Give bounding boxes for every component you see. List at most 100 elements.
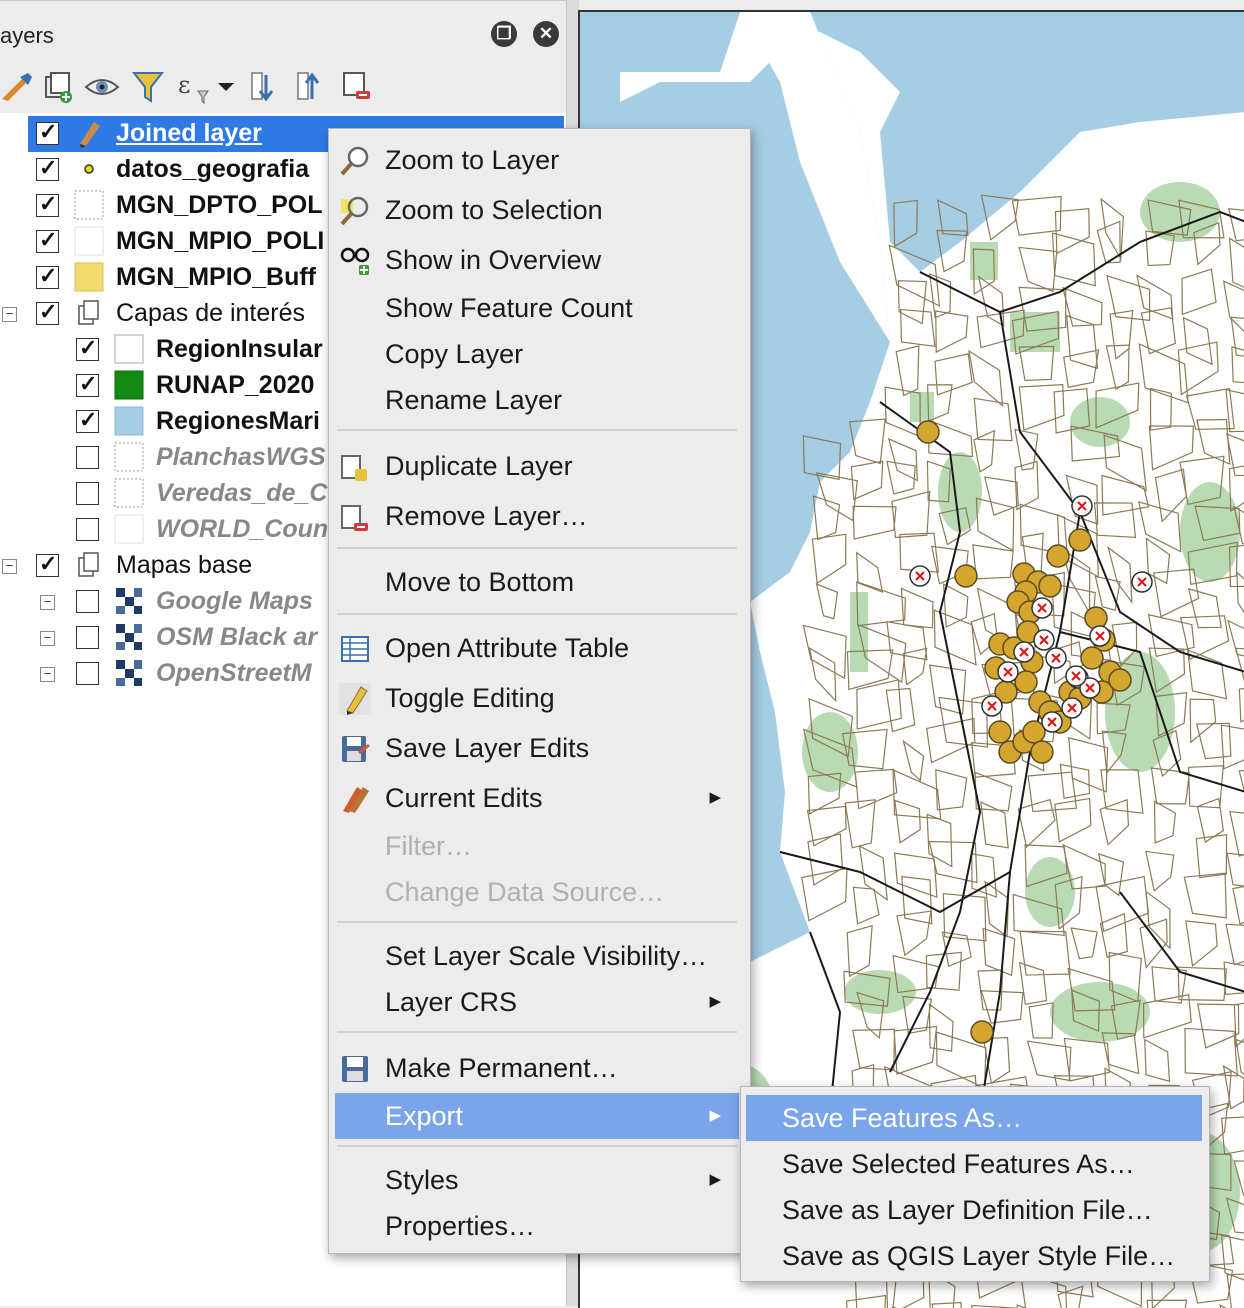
menu-item-copy-layer[interactable]: Copy Layer — [335, 331, 739, 377]
menu-item-label: Filter… — [385, 831, 472, 861]
layer-visibility-checkbox[interactable] — [36, 295, 59, 329]
submenu-item-save-selected-features-as[interactable]: Save Selected Features As… — [746, 1141, 1202, 1187]
menu-item-toggle-editing[interactable]: Toggle Editing — [335, 675, 739, 721]
menu-separator — [337, 921, 737, 923]
layer-visibility-checkbox[interactable] — [36, 259, 59, 293]
expand-all-icon[interactable] — [248, 69, 284, 105]
layer-visibility-checkbox[interactable] — [76, 590, 99, 613]
remove-layer-icon[interactable] — [340, 69, 376, 105]
submenu-item-label: Save as QGIS Layer Style File… — [782, 1241, 1176, 1271]
point-marker — [988, 720, 1012, 744]
group-icon — [74, 298, 104, 328]
menu-item-label: Save Layer Edits — [385, 733, 590, 763]
zoom-selection-icon — [339, 195, 371, 227]
duplicate-layer-icon — [339, 451, 371, 483]
submenu-item-label: Save as Layer Definition File… — [782, 1195, 1153, 1225]
layer-label: OpenStreetM — [156, 659, 312, 687]
menu-separator — [337, 429, 737, 431]
layer-label: RegionesMari — [156, 407, 320, 435]
layer-visibility-checkbox[interactable] — [76, 446, 99, 469]
layer-label: Mapas base — [116, 551, 253, 579]
chevron-down-icon[interactable] — [214, 69, 238, 105]
add-group-icon[interactable] — [40, 69, 76, 105]
expand-collapse-icon[interactable]: − — [2, 307, 17, 322]
layer-visibility-checkbox[interactable] — [36, 115, 59, 149]
remove-layer-icon — [339, 501, 371, 533]
error-marker — [1061, 697, 1083, 719]
menu-item-show-feature-count[interactable]: Show Feature Count — [335, 285, 739, 331]
menu-item-properties[interactable]: Properties… — [335, 1203, 739, 1249]
menu-item-label: Copy Layer — [385, 339, 524, 369]
layer-visibility-checkbox[interactable] — [76, 518, 99, 541]
menu-item-duplicate-layer[interactable]: Duplicate Layer — [335, 443, 739, 489]
menu-item-label: Properties… — [385, 1211, 536, 1241]
expand-collapse-icon[interactable]: − — [40, 631, 55, 646]
menu-item-label: Show Feature Count — [385, 293, 633, 323]
float-panel-icon[interactable]: ❐ — [491, 21, 517, 47]
menu-item-label: Move to Bottom — [385, 567, 575, 597]
layer-visibility-checkbox[interactable] — [36, 223, 59, 257]
point-marker — [1108, 668, 1132, 692]
group-icon — [74, 550, 104, 580]
layer-visibility-checkbox[interactable] — [76, 626, 99, 649]
menu-item-styles[interactable]: Styles ▶ — [335, 1157, 739, 1203]
menu-separator — [337, 613, 737, 615]
menu-item-label: Open Attribute Table — [385, 633, 630, 663]
menu-item-make-permanent[interactable]: Make Permanent… — [335, 1045, 739, 1091]
submenu-arrow-icon: ▶ — [709, 1171, 721, 1188]
layer-visibility-checkbox[interactable] — [76, 403, 99, 437]
submenu-item-save-as-layer-definition-file[interactable]: Save as Layer Definition File… — [746, 1187, 1202, 1233]
layer-visibility-checkbox[interactable] — [76, 367, 99, 401]
menu-item-save-layer-edits[interactable]: Save Layer Edits — [335, 725, 739, 771]
panel-title: ayers — [0, 23, 54, 48]
polygon-white-icon — [114, 334, 144, 364]
menu-item-rename-layer[interactable]: Rename Layer — [335, 377, 739, 423]
expand-collapse-icon[interactable]: − — [2, 559, 17, 574]
expression-filter-icon[interactable]: ε — [176, 69, 212, 105]
menu-item-set-layer-scale-visibility[interactable]: Set Layer Scale Visibility… — [335, 933, 739, 979]
export-submenu: Save Features As… Save Selected Features … — [740, 1086, 1210, 1282]
error-marker — [909, 565, 931, 587]
collapse-all-icon[interactable] — [294, 69, 330, 105]
layer-visibility-checkbox[interactable] — [36, 151, 59, 185]
menu-item-zoom-to-layer[interactable]: Zoom to Layer — [335, 137, 739, 183]
menu-item-layer-crs[interactable]: Layer CRS ▶ — [335, 979, 739, 1025]
menu-item-current-edits[interactable]: Current Edits ▶ — [335, 775, 739, 821]
menu-item-label: Change Data Source… — [385, 877, 665, 907]
paint-icon[interactable] — [0, 69, 36, 105]
error-marker — [1131, 571, 1153, 593]
polygon-dashed-icon — [74, 190, 104, 220]
expand-collapse-icon[interactable]: − — [40, 667, 55, 682]
svg-text:ε: ε — [178, 71, 190, 99]
current-edits-icon — [339, 783, 371, 815]
menu-item-label: Layer CRS — [385, 987, 518, 1017]
menu-item-export[interactable]: Export ▶ — [335, 1093, 739, 1139]
expand-collapse-icon[interactable]: − — [40, 595, 55, 610]
layer-label: Veredas_de_C — [156, 479, 328, 507]
close-panel-icon[interactable]: ✕ — [533, 21, 559, 47]
overview-glasses-icon — [339, 245, 371, 277]
raster-icon — [114, 586, 144, 616]
menu-item-remove-layer[interactable]: Remove Layer… — [335, 493, 739, 539]
menu-separator — [337, 1031, 737, 1033]
layer-visibility-checkbox[interactable] — [76, 331, 99, 365]
menu-item-open-attribute-table[interactable]: Open Attribute Table — [335, 625, 739, 671]
point-marker — [1046, 544, 1070, 568]
filter-icon[interactable] — [130, 69, 166, 105]
menu-item-zoom-to-selection[interactable]: Zoom to Selection — [335, 187, 739, 233]
point-marker — [1038, 574, 1062, 598]
submenu-arrow-icon: ▶ — [709, 993, 721, 1010]
menu-item-label: Set Layer Scale Visibility… — [385, 941, 708, 971]
eye-icon[interactable] — [84, 69, 120, 105]
layer-visibility-checkbox[interactable] — [36, 547, 59, 581]
submenu-item-save-features-as[interactable]: Save Features As… — [746, 1095, 1202, 1141]
layer-visibility-checkbox[interactable] — [76, 662, 99, 685]
submenu-item-save-as-qgis-layer-style-file[interactable]: Save as QGIS Layer Style File… — [746, 1233, 1202, 1279]
menu-item-show-in-overview[interactable]: Show in Overview — [335, 237, 739, 283]
error-marker — [1013, 641, 1035, 663]
layer-visibility-checkbox[interactable] — [36, 187, 59, 221]
layer-visibility-checkbox[interactable] — [76, 482, 99, 505]
menu-item-move-to-bottom[interactable]: Move to Bottom — [335, 559, 739, 605]
menu-separator — [337, 547, 737, 549]
error-marker — [1089, 625, 1111, 647]
